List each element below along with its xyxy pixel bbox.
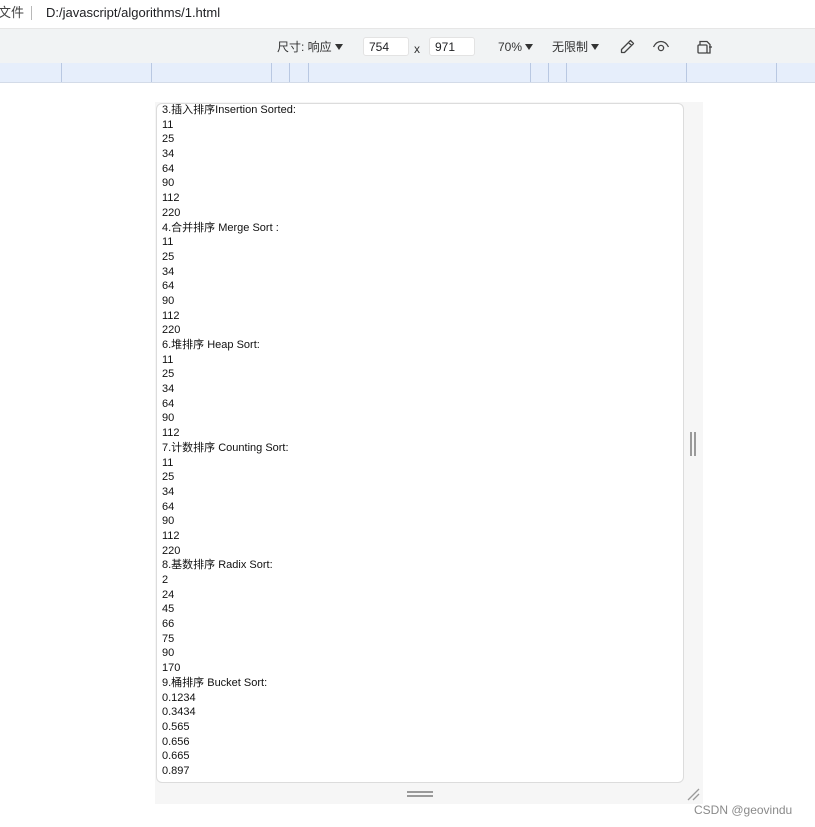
output-line: 220	[162, 206, 181, 219]
media-query-bar[interactable]	[0, 63, 815, 83]
media-query-marker	[686, 63, 687, 82]
output-line: 11	[162, 118, 174, 131]
media-query-marker	[308, 63, 309, 82]
output-line: 64	[162, 397, 175, 410]
device-toolbar: 尺寸: 响应 754 x 971 70% 无限制	[0, 28, 815, 64]
dimension-times-label: x	[414, 42, 420, 56]
output-line: 9.桶排序 Bucket Sort:	[162, 676, 268, 689]
output-line: 3.插入排序Insertion Sorted:	[162, 104, 296, 116]
resize-corner-handle[interactable]	[686, 787, 700, 801]
output-line: 90	[162, 647, 175, 660]
output-line: 112	[162, 309, 180, 322]
output-line: 0.565	[162, 720, 190, 733]
zoom-dropdown[interactable]: 70%	[498, 39, 534, 55]
output-line: 90	[162, 515, 175, 528]
watermark: CSDN @geovindu	[694, 803, 793, 817]
output-line: 25	[162, 368, 175, 381]
media-query-marker	[530, 63, 531, 82]
address-separator	[31, 6, 32, 20]
output-line: 64	[162, 500, 175, 513]
page-output-text: 3.插入排序Insertion Sorted: 11 25 34 64 90 112 220 4…	[162, 104, 296, 779]
output-line: 0.897	[162, 764, 190, 777]
dimensions-dropdown[interactable]: 尺寸: 响应	[277, 39, 343, 55]
address-bar: 文件 D:/javascript/algorithms/1.html	[0, 0, 815, 27]
zoom-label: 70%	[498, 40, 523, 54]
output-line: 220	[162, 544, 181, 557]
chevron-down-icon	[591, 44, 600, 50]
output-line: 0.656	[162, 735, 190, 748]
chevron-down-icon	[334, 44, 343, 50]
rotate-icon[interactable]	[696, 38, 714, 56]
throttle-dropdown[interactable]: 无限制	[552, 39, 600, 55]
output-line: 24	[162, 588, 175, 601]
output-line: 7.计数排序 Counting Sort:	[162, 441, 289, 454]
output-line: 4.合并排序 Merge Sort :	[162, 221, 279, 234]
output-line: 25	[162, 471, 175, 484]
output-line: 112	[162, 529, 180, 542]
output-line: 25	[162, 133, 175, 146]
width-input[interactable]: 754	[363, 37, 409, 56]
media-query-marker	[151, 63, 152, 82]
output-line: 25	[162, 250, 175, 263]
output-line: 90	[162, 294, 175, 307]
output-line: 8.基数排序 Radix Sort:	[162, 559, 273, 572]
media-query-marker	[61, 63, 62, 82]
media-query-marker	[289, 63, 290, 82]
output-line: 45	[162, 603, 175, 616]
output-line: 34	[162, 148, 175, 161]
output-line: 112	[162, 192, 180, 205]
file-scheme-label: 文件	[0, 5, 25, 20]
output-line: 0.665	[162, 750, 190, 763]
media-query-marker	[566, 63, 567, 82]
output-line: 66	[162, 618, 175, 631]
output-line: 6.堆排序 Heap Sort:	[162, 339, 260, 351]
output-line: 11	[162, 353, 174, 366]
media-query-marker	[548, 63, 549, 82]
output-line: 0.3434	[162, 706, 196, 719]
height-input[interactable]: 971	[429, 37, 475, 56]
output-line: 34	[162, 383, 175, 396]
output-line: 11	[162, 236, 174, 249]
output-line: 64	[162, 162, 175, 175]
throttle-label: 无限制	[552, 40, 589, 54]
output-line: 220	[162, 324, 181, 337]
eyedropper-icon[interactable]	[618, 38, 636, 56]
media-query-marker	[271, 63, 272, 82]
output-line: 90	[162, 412, 175, 425]
output-line: 0.1234	[162, 691, 196, 704]
output-line: 112	[162, 427, 180, 440]
url-field[interactable]: D:/javascript/algorithms/1.html	[46, 0, 220, 25]
output-line: 90	[162, 177, 175, 190]
output-line: 34	[162, 265, 175, 278]
output-line: 2	[162, 574, 169, 586]
resize-handle-bottom[interactable]	[407, 791, 433, 797]
chevron-down-icon	[525, 44, 534, 50]
output-line: 11	[162, 456, 174, 469]
output-line: 64	[162, 280, 175, 293]
output-line: 34	[162, 485, 175, 498]
output-line: 75	[162, 632, 175, 645]
eye-icon[interactable]	[652, 38, 670, 56]
emulated-page-frame: 3.插入排序Insertion Sorted: 11 25 34 64 90 112 220 4…	[156, 103, 684, 783]
resize-handle-right[interactable]	[690, 432, 696, 456]
media-query-marker	[776, 63, 777, 82]
output-line: 170	[162, 662, 181, 675]
dimensions-label: 尺寸: 响应	[277, 40, 332, 54]
